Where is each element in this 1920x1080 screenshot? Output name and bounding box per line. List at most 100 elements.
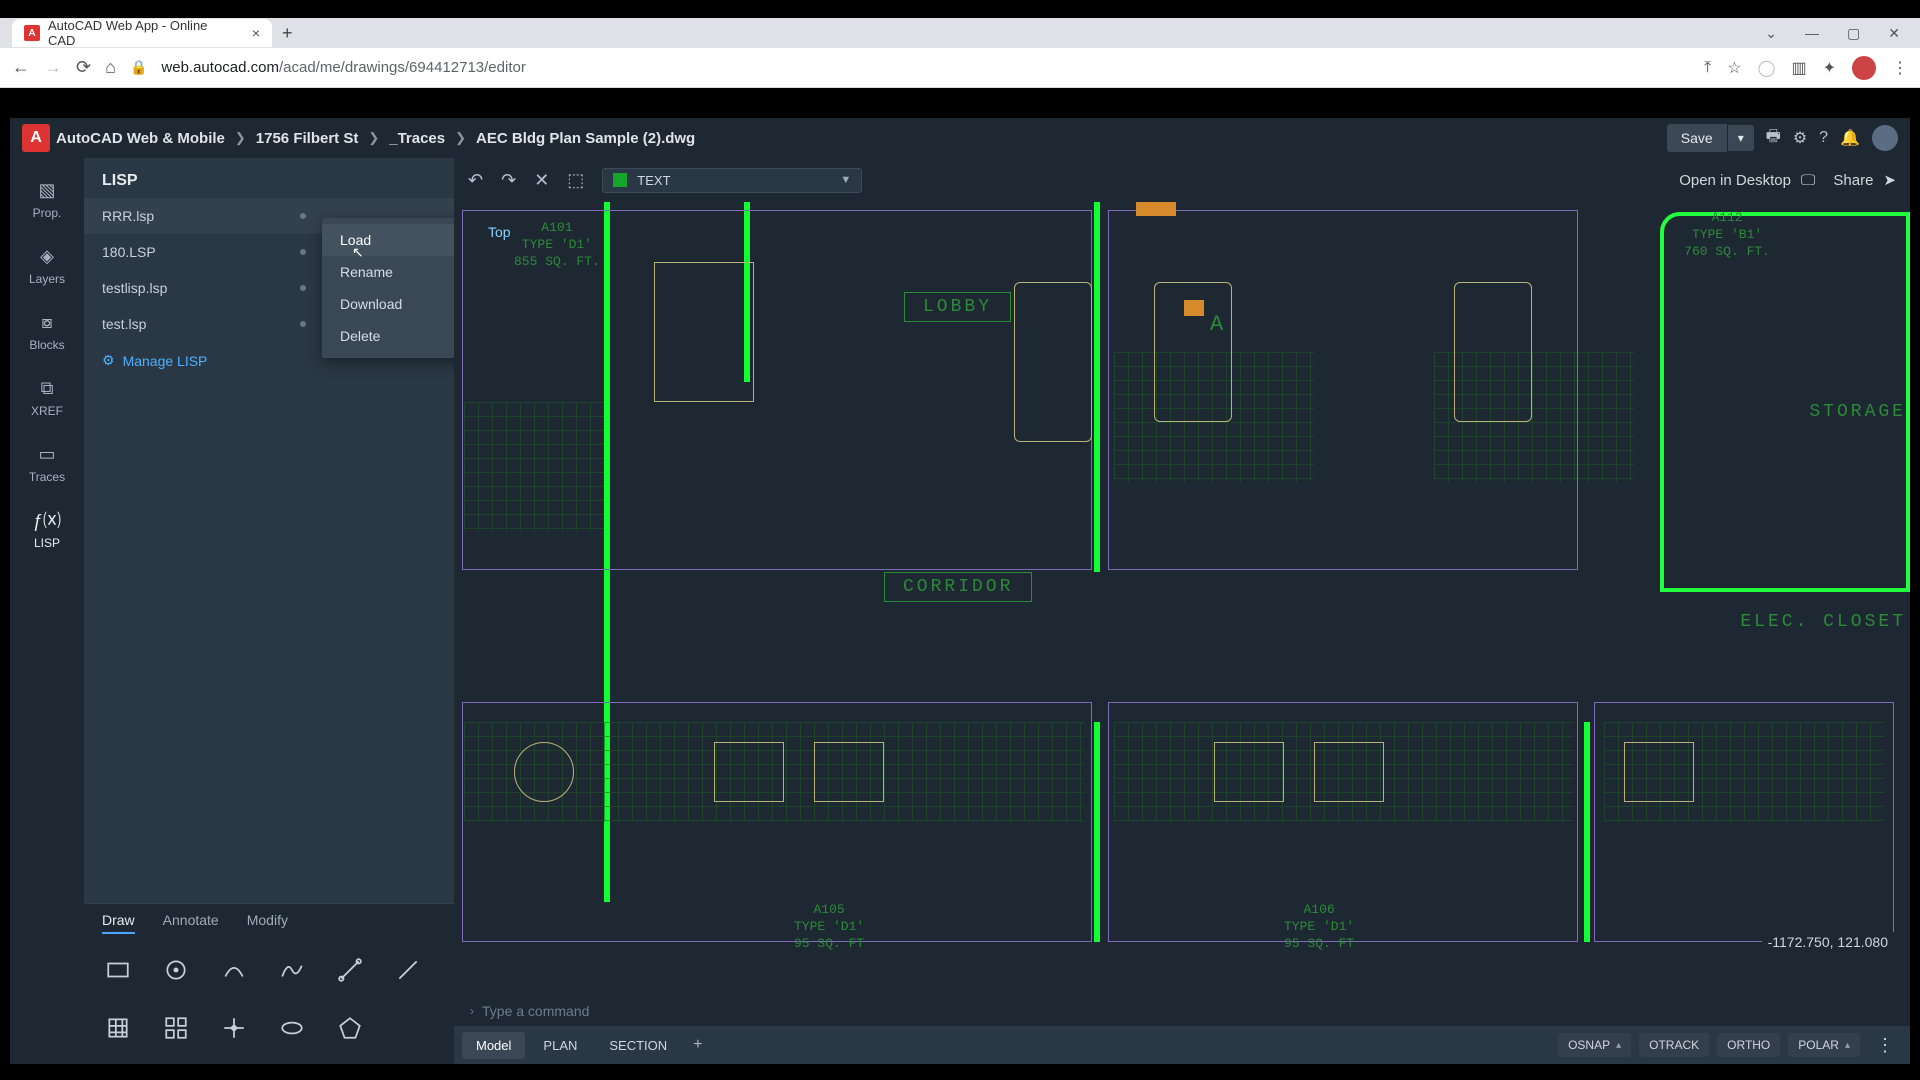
rail-properties[interactable]: ▧ Prop. [10, 168, 84, 234]
profile-avatar[interactable] [1852, 56, 1876, 80]
back-icon[interactable]: ← [12, 57, 30, 78]
close-icon[interactable]: × [252, 25, 260, 41]
reload-icon[interactable]: ⟳ [76, 57, 91, 78]
open-in-desktop-button[interactable]: Open in Desktop 🖵 [1679, 172, 1815, 189]
url-input[interactable]: web.autocad.com/acad/me/drawings/6944127… [161, 59, 1690, 76]
osnap-toggle[interactable]: OSNAP▴ [1558, 1033, 1631, 1057]
more-options-icon[interactable]: ⋮ [1868, 1035, 1902, 1056]
menu-icon[interactable]: ⋮ [1892, 58, 1908, 78]
layout-tab-plan[interactable]: PLAN [529, 1032, 591, 1059]
polygon-tool[interactable] [334, 1012, 366, 1044]
breadcrumb-folder2[interactable]: _Traces [389, 130, 445, 147]
help-icon[interactable]: ? [1819, 129, 1828, 147]
share-button[interactable]: Share ➤ [1833, 171, 1896, 189]
spline-tool[interactable] [276, 954, 308, 986]
app-root: A AutoCAD Web & Mobile ❯ 1756 Filbert St… [10, 118, 1910, 1064]
settings-icon[interactable]: ⚙ [1793, 128, 1807, 148]
breadcrumb-file: AEC Bldg Plan Sample (2).dwg [476, 130, 695, 147]
lock-icon[interactable]: 🔒 [130, 59, 147, 76]
rail-traces[interactable]: ▭ Traces [10, 432, 84, 498]
select-window-icon[interactable]: ⬚ [567, 170, 584, 191]
window-controls: ⌄ ― ▢ ✕ [1765, 25, 1920, 42]
layer-name: TEXT [637, 173, 670, 188]
circle-tool[interactable] [160, 954, 192, 986]
floorplan: A101 TYPE 'D1' 855 SQ. FT. A112 TYPE 'B1… [454, 202, 1910, 996]
ortho-toggle[interactable]: ORTHO [1717, 1033, 1780, 1057]
lisp-filename: testlisp.lsp [102, 280, 167, 296]
panel-icon[interactable]: ▥ [1791, 58, 1806, 78]
label-corridor: CORRIDOR [884, 572, 1032, 602]
install-icon[interactable]: ⤒ [1704, 59, 1711, 77]
rail-lisp[interactable]: ƒ⒳ LISP [10, 498, 84, 564]
point-tool[interactable] [218, 1012, 250, 1044]
extensions-icon[interactable]: ✦ [1823, 58, 1836, 78]
layer-dropdown[interactable]: TEXT ▼ [602, 168, 862, 193]
tab-draw[interactable]: Draw [102, 912, 135, 934]
chevron-down-icon[interactable]: ⌄ [1765, 25, 1777, 42]
breadcrumb-folder1[interactable]: 1756 Filbert St [256, 130, 359, 147]
browser-chrome: A AutoCAD Web App - Online CAD × + ⌄ ― ▢… [0, 18, 1920, 88]
manage-lisp-label: Manage LISP [123, 353, 208, 369]
layers-icon: ◈ [35, 244, 59, 268]
ctx-rename[interactable]: Rename [322, 256, 472, 288]
tab-modify[interactable]: Modify [247, 912, 288, 934]
save-button[interactable]: Save [1667, 124, 1727, 152]
ctx-download[interactable]: Download [322, 288, 472, 320]
add-layout-tab[interactable]: + [693, 1036, 702, 1054]
bell-icon[interactable]: 🔔 [1840, 128, 1860, 148]
rail-layers[interactable]: ◈ Layers [10, 234, 84, 300]
redo-icon[interactable]: ↷ [501, 170, 516, 191]
lisp-icon: ƒ⒳ [35, 508, 59, 532]
layout-tab-model[interactable]: Model [462, 1032, 525, 1059]
hatch-tool[interactable] [102, 1012, 134, 1044]
array-tool[interactable] [160, 1012, 192, 1044]
undo-icon[interactable]: ↶ [468, 170, 483, 191]
print-icon[interactable]: 🖶 [1766, 125, 1781, 152]
ctx-load[interactable]: Load [322, 224, 472, 256]
breadcrumb-brand[interactable]: AutoCAD Web & Mobile [56, 130, 225, 147]
panel-title: LISP [84, 158, 454, 198]
save-dropdown[interactable]: ▾ [1728, 125, 1754, 151]
new-tab-button[interactable]: + [282, 23, 293, 44]
command-input[interactable]: Type a command [482, 1003, 589, 1019]
maximize-icon[interactable]: ▢ [1847, 25, 1860, 42]
autocad-logo[interactable]: A [22, 124, 50, 152]
rail-xref[interactable]: ⧉ XREF [10, 366, 84, 432]
polar-toggle[interactable]: POLAR▴ [1788, 1033, 1860, 1057]
left-rail: ▧ Prop. ◈ Layers ⧇ Blocks ⧉ XREF ▭ Trace… [10, 158, 84, 1064]
rail-blocks[interactable]: ⧇ Blocks [10, 300, 84, 366]
forward-icon[interactable]: → [44, 57, 62, 78]
tab-annotate[interactable]: Annotate [163, 912, 219, 934]
status-dot [300, 321, 306, 327]
command-row: › Type a command [454, 996, 1910, 1026]
status-dot [300, 213, 306, 219]
line-tool[interactable] [392, 954, 424, 986]
autocad-favicon: A [24, 25, 40, 41]
xref-icon: ⧉ [35, 376, 59, 400]
window-close-icon[interactable]: ✕ [1888, 25, 1900, 42]
lisp-context-menu: Load Rename Download Delete [322, 218, 472, 358]
rail-label: LISP [34, 536, 60, 550]
chevron-right-icon: ❯ [235, 130, 246, 146]
otrack-toggle[interactable]: OTRACK [1639, 1033, 1709, 1057]
ellipse-tool[interactable] [276, 1012, 308, 1044]
chevron-right-icon: ❯ [368, 130, 379, 146]
polyline-tool[interactable] [334, 954, 366, 986]
bookmark-icon[interactable]: ☆ [1727, 58, 1741, 78]
rectangle-tool[interactable] [102, 954, 134, 986]
share-label: Share [1833, 172, 1873, 189]
ctx-delete[interactable]: Delete [322, 320, 472, 352]
minimize-icon[interactable]: ― [1805, 25, 1819, 42]
measure-icon[interactable]: ✕ [534, 170, 549, 191]
layout-tab-section[interactable]: SECTION [595, 1032, 681, 1059]
blocks-icon: ⧇ [35, 310, 59, 334]
browser-tab[interactable]: A AutoCAD Web App - Online CAD × [12, 19, 272, 47]
layout-tabs-row: Model PLAN SECTION + OSNAP▴ OTRACK ORTHO… [454, 1026, 1910, 1064]
arc-tool[interactable] [218, 954, 250, 986]
lisp-filename: RRR.lsp [102, 208, 154, 224]
home-icon[interactable]: ⌂ [105, 57, 116, 78]
user-avatar[interactable] [1872, 125, 1898, 151]
reader-icon[interactable]: ◯ [1758, 58, 1776, 78]
cursor-coordinates: -1172.750, 121.080 [1762, 932, 1894, 952]
drawing-canvas[interactable]: Top [454, 202, 1910, 996]
